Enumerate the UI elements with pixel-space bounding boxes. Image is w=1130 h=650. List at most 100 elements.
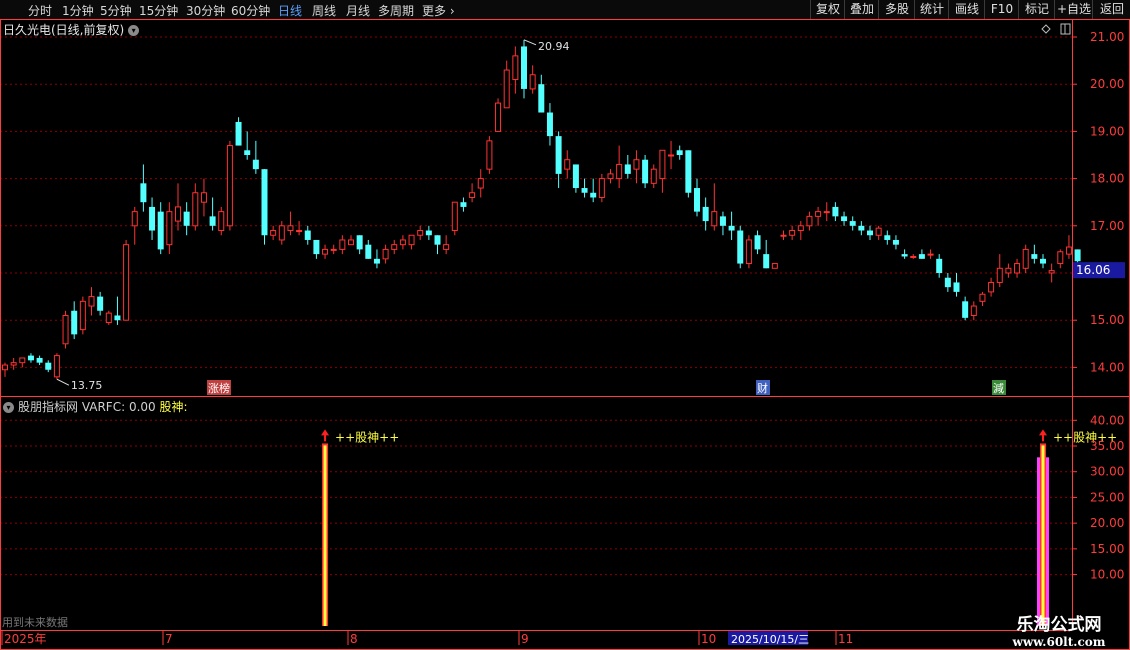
- candle-body: [287, 225, 294, 232]
- candle-body: [875, 227, 882, 236]
- candle-body: [1005, 267, 1012, 274]
- candle-body: [244, 150, 251, 155]
- candle-body: [226, 145, 233, 227]
- price-tick-label: 20.00: [1090, 77, 1124, 91]
- candle-body: [425, 230, 432, 236]
- candle-body: [867, 230, 873, 236]
- candle-body: [512, 55, 519, 80]
- candle-body: [278, 225, 285, 241]
- candle-body: [356, 235, 363, 250]
- candle-body: [858, 225, 865, 231]
- signal-label: ++股神++: [335, 430, 399, 444]
- candle-body: [737, 230, 744, 264]
- candle-body: [1057, 251, 1064, 265]
- candlestick-chart[interactable]: ++股神++++股神++ 21.00 20.00 19.00 18.00 17.00 16…: [0, 0, 1130, 650]
- candle-body: [19, 357, 26, 364]
- candle-body: [408, 234, 415, 246]
- candle-body: [676, 150, 683, 155]
- candle-body: [10, 362, 17, 366]
- event-marker-text: 涨榜: [208, 381, 230, 395]
- candle-body: [88, 296, 95, 307]
- indicator-tick-label: 25.00: [1090, 490, 1124, 504]
- candle-body: [1031, 254, 1038, 259]
- indicator-signals: ++股神++ ++股神++: [321, 429, 1117, 626]
- signal-bar-inner: [323, 445, 327, 626]
- candle-body: [36, 357, 43, 363]
- candle-body: [330, 248, 337, 251]
- candle-body: [590, 192, 597, 198]
- candle-body: [1022, 248, 1029, 269]
- candle-body: [728, 225, 735, 231]
- candle-body: [1048, 270, 1055, 274]
- candle-body: [823, 211, 830, 214]
- chevron-down-icon[interactable]: ▾: [3, 402, 14, 413]
- candle-body: [979, 293, 986, 302]
- candle-body: [598, 178, 605, 198]
- candle-body: [988, 281, 995, 293]
- candle-body: [209, 216, 216, 226]
- indicator-grid: [0, 419, 1072, 576]
- candle-body: [953, 282, 960, 292]
- indicator-var-label: 股神:: [159, 400, 188, 414]
- candle-body: [996, 267, 1003, 283]
- candle-body: [538, 84, 545, 113]
- candle-body: [884, 235, 891, 240]
- candle-body: [780, 234, 787, 237]
- candle-body: [477, 178, 484, 189]
- low-label: 13.75: [71, 379, 103, 392]
- candle-body: [373, 258, 380, 264]
- candle-body: [123, 244, 130, 321]
- candle-body: [443, 244, 450, 250]
- candle-body: [564, 159, 571, 170]
- candle-body: [936, 258, 943, 273]
- date-label: 7: [165, 632, 173, 646]
- candle-body: [806, 215, 813, 227]
- candle-body: [495, 102, 502, 132]
- price-tick-label: 19.00: [1090, 124, 1124, 138]
- candle-body: [486, 140, 493, 170]
- candle-body: [771, 263, 778, 269]
- indicator-tick-label: 35.00: [1090, 439, 1124, 453]
- candle-body: [451, 201, 458, 232]
- candle-body: [261, 169, 268, 236]
- candle-body: [572, 164, 579, 189]
- axes: 21.0020.0019.0018.0017.0016.0015.0014.00…: [0, 19, 1130, 650]
- candle-body: [391, 244, 398, 250]
- candle-body: [624, 164, 631, 174]
- candle-body: [469, 192, 476, 198]
- event-marker-text: 減: [993, 381, 1004, 395]
- candle-body: [789, 230, 796, 236]
- watermark-url: www.60lt.com: [1012, 635, 1106, 649]
- candle-body: [166, 211, 173, 246]
- candle-body: [763, 254, 770, 269]
- candle-body: [322, 248, 329, 255]
- candle-body: [460, 202, 467, 207]
- candle-body: [685, 150, 692, 193]
- candle-body: [962, 301, 969, 318]
- signal-bar-magenta: [1037, 457, 1040, 626]
- candle-body: [175, 206, 181, 222]
- candle-body: [62, 314, 69, 345]
- candle-body: [901, 254, 908, 257]
- candle-body: [650, 168, 657, 184]
- candle-body: [114, 315, 121, 321]
- price-tick-label: 18.00: [1090, 172, 1124, 186]
- indicator-title: ▾ 股朋指标网 VARFC: 0.00 股神:: [3, 398, 188, 415]
- cursor-date-label: 2025/10/15/三: [731, 633, 809, 646]
- chart-frame: [0, 19, 1130, 650]
- signal-bar-magenta: [1046, 457, 1049, 626]
- candle-body: [797, 225, 804, 232]
- chart-labels: 20.94 13.75 涨榜 财 減: [56, 23, 1071, 395]
- candle-body: [944, 277, 951, 288]
- candle-body: [2, 364, 8, 371]
- current-price-label: 16.06: [1076, 263, 1110, 277]
- candle-body: [719, 216, 726, 226]
- indicator-name: 股朋指标网 VARFC: 0.00: [18, 400, 156, 414]
- candle-body: [529, 74, 536, 90]
- candle-body: [313, 239, 320, 255]
- candle-body: [927, 253, 934, 256]
- candle-body: [53, 355, 60, 378]
- candle-body: [140, 183, 147, 203]
- candle-body: [1074, 249, 1081, 262]
- indicator-tick-label: 30.00: [1090, 465, 1124, 479]
